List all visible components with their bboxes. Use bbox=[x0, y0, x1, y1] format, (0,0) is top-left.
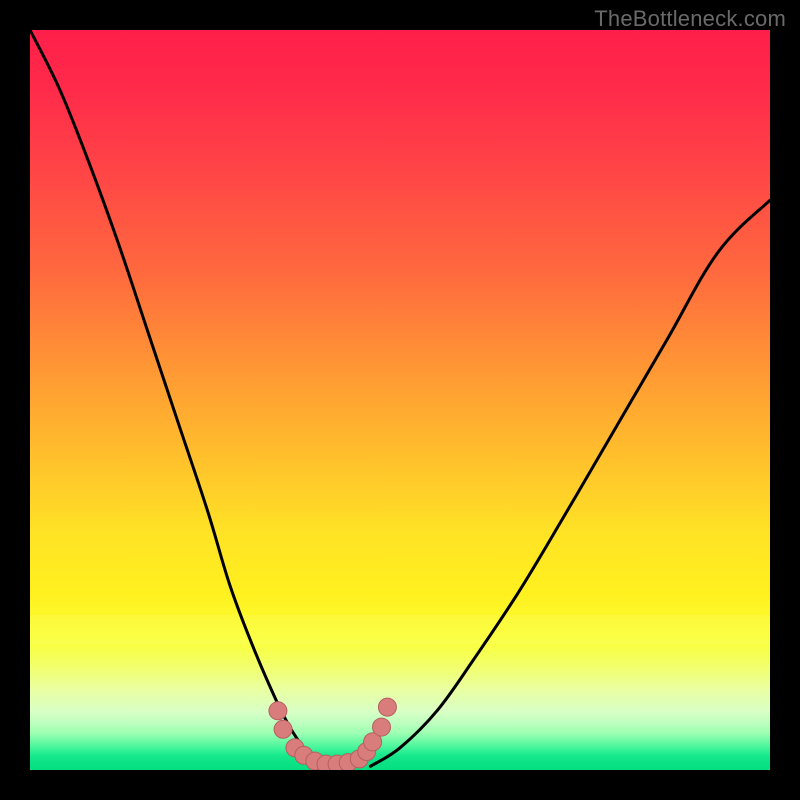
chart-plot-area bbox=[30, 30, 770, 770]
data-point bbox=[269, 702, 287, 720]
data-point bbox=[373, 718, 391, 736]
curve-layer bbox=[30, 30, 770, 767]
marker-layer bbox=[269, 698, 397, 770]
stage: TheBottleneck.com bbox=[0, 0, 800, 800]
watermark-text: TheBottleneck.com bbox=[594, 6, 786, 32]
series-right-curve bbox=[370, 200, 770, 766]
chart-svg bbox=[30, 30, 770, 770]
data-point bbox=[274, 720, 292, 738]
series-left-curve bbox=[30, 30, 333, 766]
data-point bbox=[378, 698, 396, 716]
